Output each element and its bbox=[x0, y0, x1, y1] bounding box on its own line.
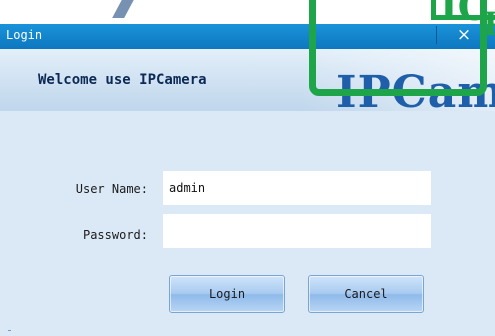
background-graphic bbox=[112, 0, 136, 18]
password-label: Password: bbox=[82, 228, 148, 242]
brand-logo-overlay-top: IC bbox=[440, 0, 489, 29]
dialog-title: Login bbox=[6, 28, 43, 42]
username-label: User Name: bbox=[75, 182, 148, 196]
cancel-button[interactable]: Cancel bbox=[308, 275, 424, 313]
welcome-text: Welcome use IPCamera bbox=[38, 72, 207, 88]
login-button[interactable]: Login bbox=[169, 275, 285, 313]
username-input[interactable] bbox=[163, 171, 431, 205]
password-input[interactable] bbox=[163, 214, 431, 248]
brand-logo-overlay-bottom: P bbox=[483, 8, 495, 40]
corner-mark bbox=[8, 330, 11, 331]
